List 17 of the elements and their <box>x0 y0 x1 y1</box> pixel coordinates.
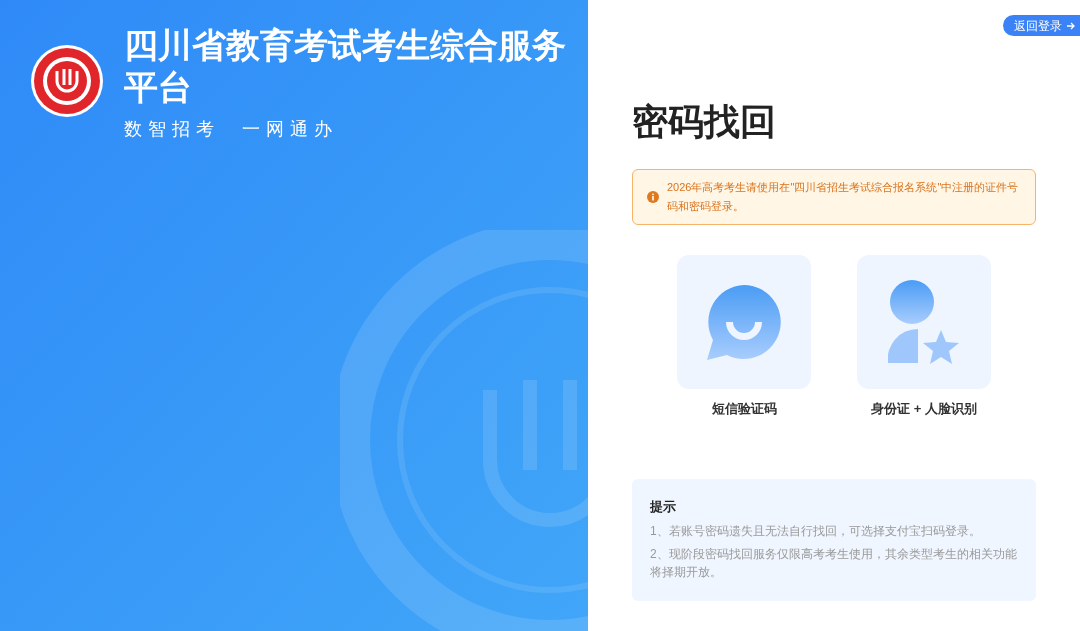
logo-icon <box>30 44 104 118</box>
slogan: 数智招考 一网通办 <box>124 118 339 141</box>
platform-title: 四川省教育考试考生综合服务 平台 <box>124 25 566 108</box>
method-label: 身份证 + 人脸识别 <box>871 400 977 418</box>
notice-text: 2026年高考考生请使用在"四川省招生考试综合报名系统"中注册的证件号码和密码登录。 <box>667 180 1020 214</box>
chat-bubble-icon <box>706 284 782 360</box>
page-heading: 密码找回 <box>632 100 777 144</box>
user-star-icon <box>888 280 960 364</box>
tip-text: 1、若账号密码遗失且无法自行找回，可选择支付宝扫码登录。 <box>650 523 982 540</box>
arrow-right-icon <box>1066 20 1076 31</box>
method-card[interactable] <box>677 255 811 389</box>
back-to-login-button[interactable]: 返回登录 <box>1003 15 1080 36</box>
method-card[interactable] <box>857 255 991 389</box>
info-icon <box>647 191 659 203</box>
method-label: 短信验证码 <box>711 400 777 418</box>
tips-title: 提示 <box>650 497 677 516</box>
tip-text: 2、现阶段密码找回服务仅限高考考生使用，其余类型考生的相关功能将择期开放。 <box>650 546 1018 581</box>
